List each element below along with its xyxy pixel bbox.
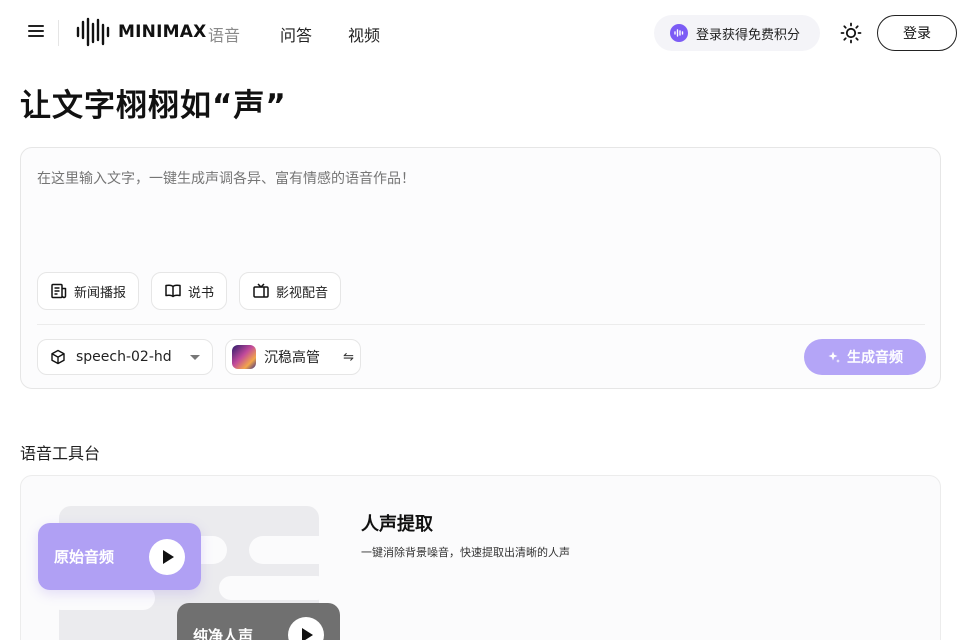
- book-icon: [165, 284, 181, 298]
- play-button[interactable]: [288, 617, 324, 640]
- voice-avatar: [232, 345, 256, 369]
- tag-storytelling[interactable]: 说书: [151, 272, 228, 310]
- sparkle-icon: [828, 351, 840, 363]
- illustration-pill: [219, 576, 329, 600]
- main-nav: 语音 问答 视频: [208, 22, 416, 46]
- promo-label: 登录获得免费积分: [696, 27, 801, 43]
- tag-label: 新闻播报: [74, 285, 127, 301]
- tag-news-broadcast[interactable]: 新闻播报: [37, 272, 140, 310]
- tv-icon: [253, 283, 269, 298]
- menu-icon[interactable]: [24, 22, 48, 42]
- swap-icon: ⇋: [343, 349, 354, 365]
- soundwave-logo-icon: [76, 17, 110, 47]
- tag-film-dubbing[interactable]: 影视配音: [239, 272, 342, 310]
- play-icon: [163, 549, 174, 564]
- top-header: MINIMAX 语音 问答 视频 登录获得免费积分 登录: [0, 0, 960, 66]
- play-button[interactable]: [149, 538, 185, 575]
- generate-audio-button[interactable]: 生成音频: [804, 339, 926, 375]
- login-button[interactable]: 登录: [877, 15, 957, 51]
- nav-item-chat[interactable]: 问答: [280, 22, 312, 46]
- clean-vocal-label: 纯净人声: [193, 627, 254, 640]
- newspaper-icon: [51, 283, 67, 299]
- nav-item-video[interactable]: 视频: [348, 22, 380, 46]
- clean-vocal-card: 纯净人声: [177, 603, 340, 640]
- illustration-pill: [249, 536, 339, 564]
- sun-icon[interactable]: [840, 22, 862, 44]
- model-select[interactable]: speech-02-hd: [37, 339, 213, 375]
- tool-description: 一键消除背景噪音，快速提取出清晰的人声: [361, 546, 570, 559]
- voice-select[interactable]: 沉稳高管 ⇋: [225, 339, 361, 375]
- nav-item-speech[interactable]: 语音: [208, 22, 240, 46]
- text-composer: 新闻播报 说书 影视配音: [20, 147, 941, 389]
- tag-label: 影视配音: [276, 285, 329, 301]
- section-title: 语音工具台: [20, 444, 101, 463]
- generate-label: 生成音频: [847, 350, 903, 366]
- text-input[interactable]: [37, 168, 917, 268]
- original-audio-label: 原始音频: [54, 548, 115, 566]
- page-title: 让文字栩栩如“声”: [20, 88, 287, 124]
- logo-text: MINIMAX: [118, 22, 207, 42]
- chevron-down-icon: [190, 354, 200, 360]
- voice-name: 沉稳高管: [264, 350, 320, 366]
- model-name: speech-02-hd: [76, 349, 172, 365]
- cube-icon: [51, 349, 65, 365]
- tool-card-vocal-extraction[interactable]: 原始音频 纯净人声 人声提取 一键消除背景噪音，快速提取出清晰的人声: [20, 475, 941, 640]
- audio-badge-icon: [670, 24, 688, 42]
- logo[interactable]: MINIMAX: [76, 16, 206, 48]
- tool-title: 人声提取: [361, 514, 433, 535]
- header-divider: [58, 20, 59, 46]
- tag-label: 说书: [188, 285, 215, 301]
- original-audio-card: 原始音频: [38, 523, 201, 590]
- preset-tags: 新闻播报 说书 影视配音: [37, 272, 342, 310]
- play-icon: [302, 628, 313, 640]
- composer-divider: [37, 324, 925, 325]
- login-promo-button[interactable]: 登录获得免费积分: [654, 15, 820, 51]
